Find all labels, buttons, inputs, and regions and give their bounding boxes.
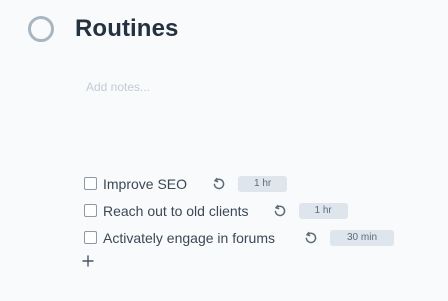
task-list: Improve SEO 1 hr Reach out to old client… — [84, 170, 394, 251]
task-label[interactable]: Activately engage in forums — [103, 230, 275, 246]
task-checkbox[interactable] — [84, 177, 97, 190]
task-checkbox[interactable] — [84, 204, 97, 217]
add-task-button[interactable] — [81, 254, 95, 268]
task-item[interactable]: Improve SEO 1 hr — [84, 170, 394, 197]
repeat-icon — [304, 231, 318, 245]
task-item[interactable]: Activately engage in forums 30 min — [84, 224, 394, 251]
duration-badge[interactable]: 30 min — [329, 229, 394, 246]
project-header: Routines — [28, 16, 178, 42]
project-progress-circle-icon[interactable] — [28, 16, 54, 42]
task-label[interactable]: Reach out to old clients — [103, 203, 249, 219]
task-checkbox[interactable] — [84, 231, 97, 244]
duration-badge[interactable]: 1 hr — [298, 202, 348, 219]
task-item[interactable]: Reach out to old clients 1 hr — [84, 197, 394, 224]
duration-badge[interactable]: 1 hr — [238, 175, 288, 192]
repeat-icon — [273, 204, 287, 218]
plus-icon — [82, 255, 94, 267]
notes-input[interactable] — [86, 79, 386, 95]
task-label[interactable]: Improve SEO — [103, 176, 187, 192]
repeat-icon — [212, 177, 226, 191]
page-title[interactable]: Routines — [75, 17, 178, 41]
